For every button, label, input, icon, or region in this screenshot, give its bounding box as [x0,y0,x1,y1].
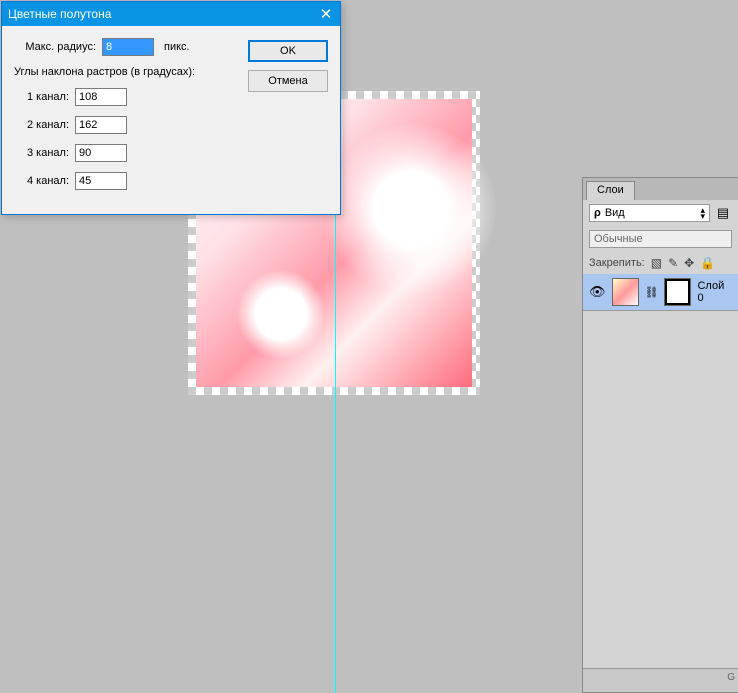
panel-footer: G [583,668,738,692]
mask-thumbnail[interactable] [664,278,691,306]
layer-filter-select[interactable]: ρ Вид ▴▾ [589,204,710,222]
lock-label: Закрепить: [589,257,645,269]
layer-name[interactable]: Слой 0 [697,280,732,304]
channel-2-label: 2 канал: [14,119,69,131]
panel-menu-icon[interactable]: ▤ [714,204,732,222]
cancel-button[interactable]: Отмена [248,70,328,92]
channel-3-input[interactable] [75,144,127,162]
channel-4-input[interactable] [75,172,127,190]
tab-layers[interactable]: Слои [586,181,635,200]
ok-button[interactable]: OK [248,40,328,62]
channel-1-label: 1 канал: [14,91,69,103]
max-radius-label: Макс. радиус: [14,41,96,53]
max-radius-input[interactable] [102,38,154,56]
channel-2-input[interactable] [75,116,127,134]
link-icon[interactable]: ⛓ [645,286,659,299]
visibility-icon[interactable]: 👁 [589,284,606,300]
color-halftone-dialog: Цветные полутона ✕ Макс. радиус: пикс. У… [1,1,341,215]
channel-1-input[interactable] [75,88,127,106]
dialog-titlebar[interactable]: Цветные полутона ✕ [2,2,340,26]
layers-panel: Слои ρ Вид ▴▾ ▤ Обычные Закрепить: ▧ ✎ ✥… [582,177,738,693]
blend-mode-select[interactable]: Обычные [589,230,732,248]
lock-pixels-icon[interactable]: ▧ [651,256,662,270]
lock-move-icon[interactable]: ✥ [684,256,694,270]
angles-label: Углы наклона растров (в градусах): [14,66,238,78]
channel-3-label: 3 канал: [14,147,69,159]
unit-label: пикс. [164,41,190,53]
chevron-updown-icon: ▴▾ [700,207,705,219]
dialog-title: Цветные полутона [8,7,312,21]
close-icon[interactable]: ✕ [312,2,340,26]
lock-all-icon[interactable]: 🔒 [700,256,715,270]
channel-4-label: 4 канал: [14,175,69,187]
layer-thumbnail[interactable] [612,278,639,306]
layer-row[interactable]: 👁 ⛓ Слой 0 [583,274,738,311]
filter-label: Вид [605,207,625,219]
search-icon: ρ [594,207,601,219]
lock-brush-icon[interactable]: ✎ [668,256,678,270]
